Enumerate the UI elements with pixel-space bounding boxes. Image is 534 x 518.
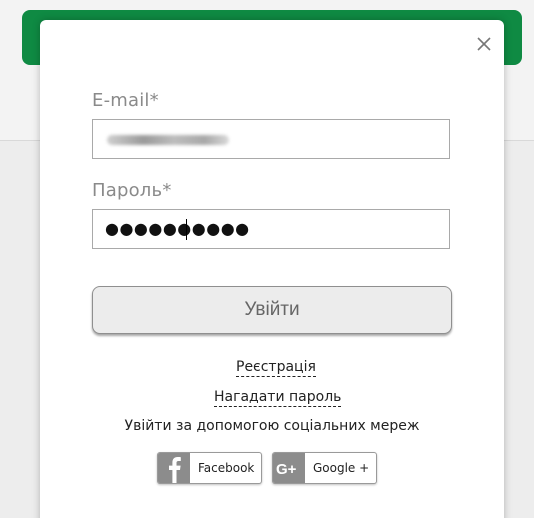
email-label: E-mail* (92, 90, 159, 111)
close-icon (477, 37, 491, 51)
text-caret (186, 219, 187, 240)
close-button[interactable] (474, 34, 494, 54)
remind-password-link[interactable]: Нагадати пароль (214, 388, 342, 407)
google-plus-icon: G+ (273, 453, 305, 483)
register-link[interactable]: Реєстрація (236, 358, 316, 377)
google-login-button[interactable]: G+ Google + (272, 452, 377, 484)
svg-text:G+: G+ (276, 461, 297, 478)
login-modal: E-mail* Пароль* ●●●●●●●●●● Увійти Реєстр… (40, 20, 504, 518)
facebook-icon (158, 453, 190, 483)
email-value-redacted (107, 135, 229, 145)
social-login-caption: Увійти за допомогою соціальних мереж (124, 418, 420, 434)
page-background: E-mail* Пароль* ●●●●●●●●●● Увійти Реєстр… (0, 0, 534, 518)
password-label: Пароль* (92, 180, 172, 201)
google-label: Google + (313, 461, 370, 475)
facebook-login-button[interactable]: Facebook (157, 452, 262, 484)
password-field[interactable]: ●●●●●●●●●● (92, 209, 450, 249)
login-button[interactable]: Увійти (92, 286, 452, 334)
password-mask: ●●●●●●●●●● (105, 219, 250, 238)
email-field[interactable] (92, 119, 450, 159)
facebook-label: Facebook (198, 461, 255, 475)
